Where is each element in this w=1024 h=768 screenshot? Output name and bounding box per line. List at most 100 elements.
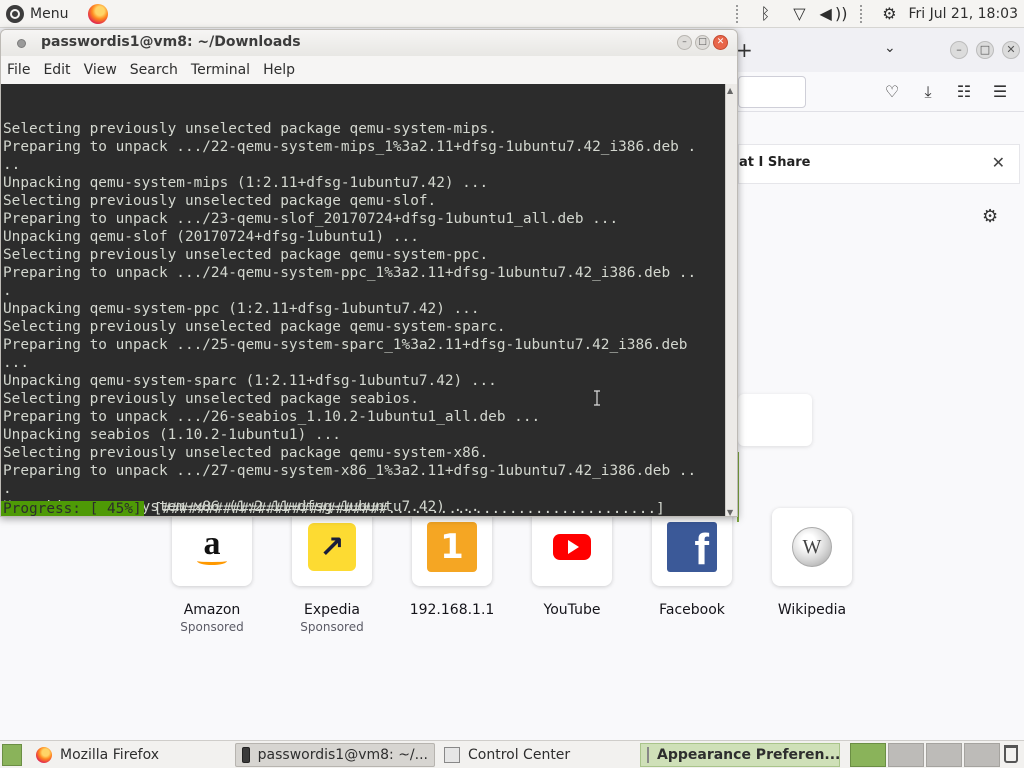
main-menu-button[interactable]: Menu xyxy=(0,0,76,28)
terminal-titlebar[interactable]: passwordis1@vm8: ~/Downloads – □ ✕ xyxy=(1,30,737,56)
bluetooth-icon[interactable]: ᛒ xyxy=(748,0,782,28)
firefox-launcher-icon[interactable] xyxy=(88,3,109,24)
top-site-wikipedia[interactable]: W Wikipedia xyxy=(772,508,852,634)
site-label: Facebook xyxy=(659,602,725,618)
site-label: Wikipedia xyxy=(777,602,847,618)
ibeam-cursor-icon xyxy=(594,390,600,406)
menu-label: Menu xyxy=(30,5,69,22)
window-menu-icon[interactable] xyxy=(17,39,26,48)
terminal-line: Selecting previously unselected package … xyxy=(3,445,489,461)
menu-file[interactable]: File xyxy=(7,62,30,78)
top-site-youtube[interactable]: YouTube xyxy=(532,508,612,634)
menu-edit[interactable]: Edit xyxy=(43,62,70,78)
terminal-output: Selecting previously unselected package … xyxy=(3,120,725,516)
terminal-line: ... xyxy=(3,355,29,371)
task-terminal[interactable]: passwordis1@vm8: ~/... xyxy=(235,743,435,767)
scroll-up-icon[interactable]: ▲ xyxy=(727,86,733,95)
firefox-maximize-button[interactable]: □ xyxy=(976,41,994,59)
control-center-icon xyxy=(444,747,460,763)
terminal-line: Unpacking qemu-system-sparc (1:2.11+dfsg… xyxy=(3,373,497,389)
terminal-scrollbar[interactable]: ▲ ▼ xyxy=(725,84,737,516)
terminal-line: Unpacking seabios (1.10.2-1ubuntu1) ... xyxy=(3,427,341,443)
hamburger-menu-icon[interactable]: ☰ xyxy=(990,82,1010,102)
firefox-close-button[interactable]: ✕ xyxy=(1002,41,1020,59)
banner-close-icon[interactable]: ✕ xyxy=(992,153,1005,172)
menu-view[interactable]: View xyxy=(84,62,117,78)
customize-gear-icon[interactable]: ⚙ xyxy=(982,206,998,227)
youtube-icon xyxy=(553,534,591,560)
trash-icon[interactable] xyxy=(1004,745,1018,763)
pocket-icon[interactable]: ♡ xyxy=(882,82,902,102)
terminal-line: Unpacking qemu-system-mips (1:2.11+dfsg-… xyxy=(3,175,489,191)
site-label: 192.168.1.1 xyxy=(409,602,495,618)
system-tray: ᛒ ▽ ◀ )) ⚙ Fri Jul 21, 18:03 xyxy=(726,0,1024,28)
terminal-line: Unpacking qemu-slof (20170724+dfsg-1ubun… xyxy=(3,229,419,245)
top-site-expedia[interactable]: ↗ Expedia Sponsored xyxy=(292,508,372,634)
terminal-line: . xyxy=(3,481,12,497)
volume-icon[interactable]: ◀ )) xyxy=(816,0,850,28)
site-label: Amazon xyxy=(183,602,241,618)
top-site-facebook[interactable]: f Facebook xyxy=(652,508,732,634)
terminal-line: Preparing to unpack .../22-qemu-system-m… xyxy=(3,139,697,155)
scroll-down-icon[interactable]: ▼ xyxy=(727,508,733,516)
site-sponsored-label: Sponsored xyxy=(180,620,244,634)
top-site-amazon[interactable]: a Amazon Sponsored xyxy=(172,508,252,634)
terminal-line: .. xyxy=(3,157,21,173)
firefox-icon xyxy=(36,747,52,763)
panel-separator xyxy=(736,4,739,23)
facebook-icon: f xyxy=(667,522,717,572)
task-label: Mozilla Firefox xyxy=(60,747,160,763)
clock[interactable]: Fri Jul 21, 18:03 xyxy=(906,6,1024,22)
wifi-icon[interactable]: ▽ xyxy=(782,0,816,28)
menu-help[interactable]: Help xyxy=(263,62,295,78)
site-label: YouTube xyxy=(543,602,601,618)
downloads-icon[interactable]: ⤓ xyxy=(918,82,938,102)
progress-line: Progress: [ 45%] [#######################… xyxy=(1,500,665,517)
task-appearance-preferences[interactable]: Appearance Preferen... xyxy=(640,743,840,767)
url-bar[interactable] xyxy=(738,76,806,108)
terminal-close-button[interactable]: ✕ xyxy=(713,35,728,50)
show-desktop-button[interactable] xyxy=(2,743,22,766)
content-card[interactable] xyxy=(738,394,812,446)
workspace-1[interactable] xyxy=(850,743,886,767)
terminal-line: Selecting previously unselected package … xyxy=(3,121,497,137)
menu-search[interactable]: Search xyxy=(130,62,178,78)
banner-text[interactable]: at I Share xyxy=(739,155,811,170)
task-label: passwordis1@vm8: ~/... xyxy=(257,747,428,763)
wikipedia-icon: W xyxy=(792,527,832,567)
task-control-center[interactable]: Control Center xyxy=(438,743,638,767)
list-all-tabs-icon[interactable]: ⌄ xyxy=(884,40,896,56)
terminal-menubar: File Edit View Search Terminal Help xyxy=(1,56,737,84)
bottom-panel: Mozilla Firefox passwordis1@vm8: ~/... C… xyxy=(0,740,1024,768)
terminal-line: Preparing to unpack .../23-qemu-slof_201… xyxy=(3,211,619,227)
appearance-icon xyxy=(647,747,649,763)
terminal-minimize-button[interactable]: – xyxy=(677,35,692,50)
terminal-line: Selecting previously unselected package … xyxy=(3,391,419,407)
extensions-icon[interactable]: ☷ xyxy=(954,82,974,102)
numeric-1-icon: 1 xyxy=(427,522,477,572)
terminal-screen[interactable]: Selecting previously unselected package … xyxy=(1,84,725,517)
terminal-line: Selecting previously unselected package … xyxy=(3,193,437,209)
firefox-minimize-button[interactable]: – xyxy=(950,41,968,59)
terminal-maximize-button[interactable]: □ xyxy=(695,35,710,50)
task-label: Control Center xyxy=(468,747,571,763)
workspace-4[interactable] xyxy=(964,743,1000,767)
new-tab-button[interactable]: + xyxy=(736,38,753,62)
terminal-line: Selecting previously unselected package … xyxy=(3,247,489,263)
task-firefox[interactable]: Mozilla Firefox xyxy=(30,743,230,767)
terminal-line: Unpacking qemu-system-ppc (1:2.11+dfsg-1… xyxy=(3,301,480,317)
panel-separator xyxy=(860,4,863,23)
terminal-line: Preparing to unpack .../27-qemu-system-x… xyxy=(3,463,697,479)
terminal-line: Preparing to unpack .../25-qemu-system-s… xyxy=(3,337,688,353)
top-site-router[interactable]: 1 192.168.1.1 xyxy=(409,508,495,634)
workspace-3[interactable] xyxy=(926,743,962,767)
ubuntu-logo-icon xyxy=(6,4,24,23)
workspace-2[interactable] xyxy=(888,743,924,767)
menu-terminal[interactable]: Terminal xyxy=(191,62,250,78)
notification-banner: at I Share ✕ xyxy=(738,144,1020,184)
progress-label: Progress: [ 45%] xyxy=(1,501,144,517)
amazon-icon: a xyxy=(186,521,238,573)
site-label: Expedia xyxy=(304,602,360,618)
settings-gear-icon[interactable]: ⚙ xyxy=(872,0,906,28)
terminal-line: Preparing to unpack .../24-qemu-system-p… xyxy=(3,265,697,281)
